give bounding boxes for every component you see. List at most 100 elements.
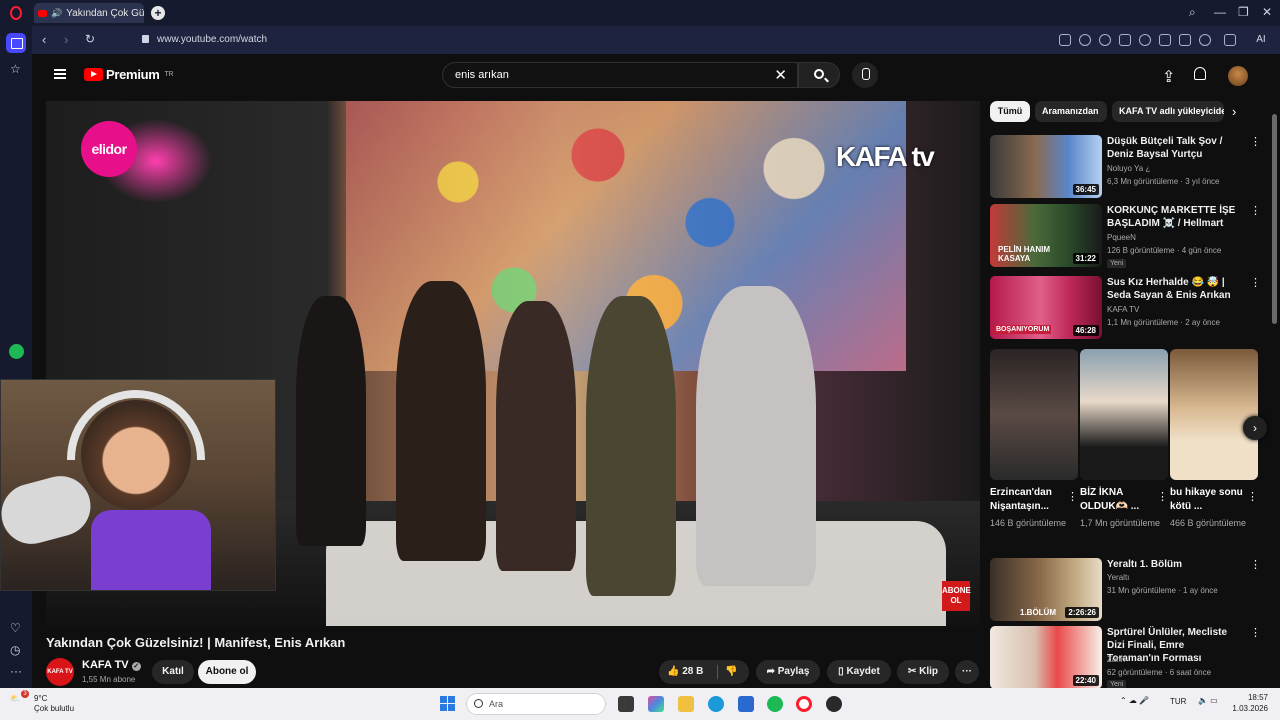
recommended-video[interactable]: 22:40 Sprtürel Ünlüler, Mecliste Dizi Fi… xyxy=(990,626,1261,690)
minimize-button[interactable]: — xyxy=(1214,5,1226,19)
like-button[interactable]: 👍 28 B xyxy=(667,660,703,684)
clip-button[interactable]: ✂ Klip xyxy=(897,660,949,684)
short-item[interactable]: BİZ İKNA OLDUK🫶🏻 ... 1,7 Mn görüntüleme … xyxy=(1080,349,1168,529)
recommended-channel[interactable]: Zann xyxy=(1107,655,1125,664)
ai-button[interactable]: AI xyxy=(1248,30,1274,50)
recommended-title[interactable]: Sprtürel Ünlüler, Mecliste Dizi Finali, … xyxy=(1107,626,1239,665)
video-thumbnail[interactable]: 36:45 xyxy=(990,135,1102,198)
copilot-icon[interactable] xyxy=(648,696,664,712)
recommended-title[interactable]: Yeraltı 1. Bölüm xyxy=(1107,558,1239,571)
download-icon[interactable] xyxy=(1159,34,1171,46)
channel-name[interactable]: KAFA TV ✓ xyxy=(82,659,141,671)
recommended-video[interactable]: 36:45 Düşük Bütçeli Talk Şov / Deniz Bay… xyxy=(990,135,1261,199)
heart-icon[interactable]: ♡ xyxy=(10,621,21,635)
chip-all[interactable]: Tümü xyxy=(990,101,1030,122)
chevron-right-icon[interactable]: › xyxy=(1232,104,1236,119)
spotify-icon[interactable] xyxy=(9,344,24,359)
join-button[interactable]: Katıl xyxy=(152,660,194,684)
video-thumbnail[interactable]: BOŞANIYORUM 46:28 xyxy=(990,276,1102,339)
more-options-icon[interactable]: ⋮ xyxy=(1157,490,1168,503)
heart-icon[interactable] xyxy=(1139,34,1151,46)
play-icon[interactable] xyxy=(1119,34,1131,46)
video-thumbnail[interactable]: PELİN HANIM KASAYA 31:22 xyxy=(990,204,1102,267)
search-box[interactable]: ✕ xyxy=(442,62,798,88)
recommended-video[interactable]: BOŞANIYORUM 46:28 Sus Kız Herhalde 😂 🤯 |… xyxy=(990,276,1261,340)
short-thumbnail[interactable] xyxy=(1170,349,1258,480)
more-actions-button[interactable]: ··· xyxy=(955,660,979,684)
channel-avatar[interactable]: KAFA TV xyxy=(46,658,74,686)
more-options-icon[interactable]: ⋮ xyxy=(1250,137,1261,148)
chip-from-search[interactable]: Aramanızdan xyxy=(1035,101,1107,122)
short-title[interactable]: BİZ İKNA OLDUK🫶🏻 ... xyxy=(1080,486,1156,514)
scrollbar-thumb[interactable] xyxy=(1272,114,1277,324)
chip-from-uploader[interactable]: KAFA TV adlı yükleyiciden xyxy=(1112,101,1224,122)
recommended-title[interactable]: Düşük Bütçeli Talk Şov / Deniz Baysal Yu… xyxy=(1107,135,1239,161)
home-icon[interactable] xyxy=(6,33,26,53)
more-options-icon[interactable]: ⋮ xyxy=(1250,628,1261,639)
speaker-icon[interactable]: 🔊 xyxy=(51,8,62,19)
file-explorer-icon[interactable] xyxy=(678,696,694,712)
short-title[interactable]: bu hikaye sonu kötü ... xyxy=(1170,486,1246,514)
taskbar-search[interactable]: Ara xyxy=(466,693,606,715)
store-icon[interactable] xyxy=(738,696,754,712)
video-thumbnail[interactable]: 22:40 xyxy=(990,626,1102,689)
search-button[interactable] xyxy=(798,62,840,88)
language-indicator[interactable]: TUR xyxy=(1170,697,1186,706)
edge-icon[interactable] xyxy=(708,696,724,712)
back-button[interactable]: ‹ xyxy=(42,32,46,47)
more-icon[interactable]: ··· xyxy=(10,664,22,678)
new-tab-button[interactable]: + xyxy=(151,6,165,20)
more-options-icon[interactable]: ⋮ xyxy=(1250,206,1261,217)
history-icon[interactable]: ◷ xyxy=(10,643,20,657)
short-title[interactable]: Erzincan'dan Nişantaşın... xyxy=(990,486,1066,514)
recommended-channel[interactable]: Noluyo Ya ¿ xyxy=(1107,164,1150,173)
tab-search-icon[interactable]: ⌕ xyxy=(1189,5,1196,20)
short-thumbnail[interactable] xyxy=(990,349,1078,480)
recommended-video[interactable]: 1.BÖLÜM 2:26:26 Yeraltı 1. Bölüm Yeraltı… xyxy=(990,558,1261,622)
share-button[interactable]: ➦ Paylaş xyxy=(756,660,820,684)
more-options-icon[interactable]: ⋮ xyxy=(1067,490,1078,503)
reload-button[interactable]: ↻ xyxy=(85,32,95,46)
dislike-icon[interactable]: 👎 xyxy=(725,660,737,684)
more-options-icon[interactable]: ⋮ xyxy=(1250,560,1261,571)
extensions-icon[interactable] xyxy=(1224,34,1236,46)
opera-logo-icon[interactable] xyxy=(0,0,32,26)
upload-icon[interactable]: ⇪ xyxy=(1162,67,1175,87)
spotify-icon[interactable] xyxy=(767,696,783,712)
task-view-icon[interactable] xyxy=(618,696,634,712)
recommended-channel[interactable]: Yeraltı xyxy=(1107,573,1129,582)
camera-icon[interactable] xyxy=(1079,34,1091,46)
close-window-button[interactable]: ✕ xyxy=(1262,5,1272,19)
obs-icon[interactable] xyxy=(826,696,842,712)
shield-icon[interactable] xyxy=(1099,34,1111,46)
more-options-icon[interactable]: ⋮ xyxy=(1247,490,1258,503)
url-field[interactable]: www.youtube.com/watch xyxy=(142,34,267,45)
voice-search-icon[interactable] xyxy=(852,62,878,88)
search-input[interactable] xyxy=(455,69,775,81)
star-icon[interactable]: ☆ xyxy=(10,62,21,76)
profile-icon[interactable] xyxy=(1199,34,1211,46)
windows-start-icon[interactable] xyxy=(440,696,456,712)
youtube-logo[interactable]: Premium TR xyxy=(84,67,174,82)
forward-button[interactable]: › xyxy=(64,32,68,47)
short-thumbnail[interactable] xyxy=(1080,349,1168,480)
recommended-channel[interactable]: PqueeN xyxy=(1107,233,1136,242)
system-clock[interactable]: 18:57 1.03.2026 xyxy=(1228,692,1268,714)
hamburger-menu-icon[interactable] xyxy=(54,69,66,79)
short-item[interactable]: bu hikaye sonu kötü ... 466 B görüntülem… xyxy=(1170,349,1258,529)
account-avatar[interactable] xyxy=(1228,66,1248,86)
short-item[interactable]: Erzincan'dan Nişantaşın... 146 B görüntü… xyxy=(990,349,1078,529)
save-button[interactable]: ▯ Kaydet xyxy=(827,660,891,684)
notifications-bell-icon[interactable] xyxy=(1194,67,1206,80)
recommended-video[interactable]: PELİN HANIM KASAYA 31:22 KORKUNÇ MARKETT… xyxy=(990,204,1261,268)
network-volume-icons[interactable]: 🔈 ▭ xyxy=(1198,696,1218,705)
tray-icons[interactable]: ⌃ ☁ 🎤 xyxy=(1120,696,1149,705)
recommended-title[interactable]: Sus Kız Herhalde 😂 🤯 | Seda Sayan & Enis… xyxy=(1107,276,1239,302)
recommended-channel[interactable]: KAFA TV xyxy=(1107,305,1139,314)
shorts-next-button[interactable]: › xyxy=(1243,416,1267,440)
opera-icon[interactable] xyxy=(796,696,812,712)
subscribe-button[interactable]: Abone ol xyxy=(198,660,256,684)
menu-icon[interactable] xyxy=(1179,34,1191,46)
edit-icon[interactable] xyxy=(1059,34,1071,46)
browser-tab[interactable]: 🔊 Yakından Çok Güzelsiniz xyxy=(34,3,144,23)
